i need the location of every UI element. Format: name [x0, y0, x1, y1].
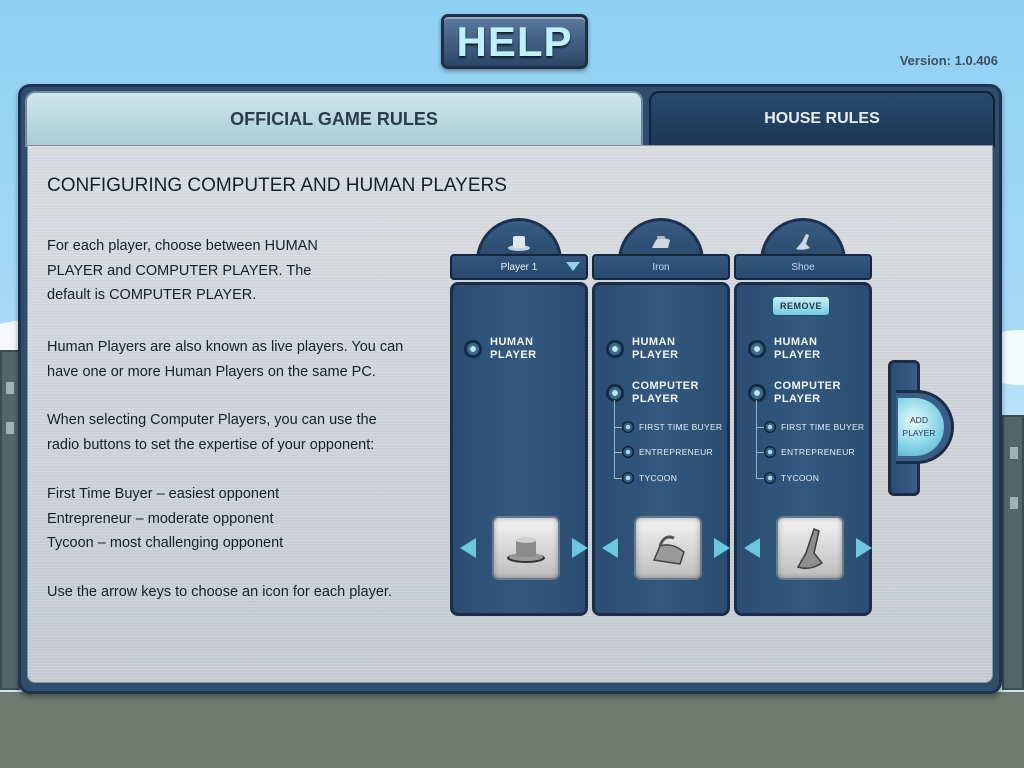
paragraph-human-players: Human Players are also known as live pla… [47, 339, 404, 380]
token-icon-box [634, 516, 702, 580]
building [1002, 415, 1024, 690]
computer-player-radio[interactable]: COMPUTER PLAYER [606, 380, 699, 406]
radio-selected[interactable] [622, 421, 634, 433]
token-icon-box [492, 516, 560, 580]
help-title: HELP [441, 14, 588, 69]
computer-player-label: COMPUTER PLAYER [632, 380, 699, 405]
human-player-label: HUMAN PLAYER [490, 336, 537, 361]
player-card-3: Shoe REMOVE HUMAN PLAYER COMPUTER PLAYER F… [734, 218, 872, 616]
computer-player-label: COMPUTER PLAYER [774, 380, 841, 405]
player-name: Iron [652, 261, 670, 273]
entrepreneur-radio[interactable]: ENTREPRENEUR [764, 446, 855, 458]
prev-token-arrow[interactable] [602, 538, 618, 558]
remove-player-button[interactable]: REMOVE [772, 296, 830, 316]
player-card-1: Player 1 HUMAN PLAYER [450, 218, 588, 616]
paragraph-arrow-keys: Use the arrow keys to choose an icon for… [47, 584, 392, 600]
tree-branch [614, 452, 622, 453]
version-label: Version: 1.0.406 [899, 53, 998, 68]
computer-player-radio[interactable]: COMPUTER PLAYER [748, 380, 841, 406]
radio-button[interactable] [606, 340, 624, 358]
player-name-dropdown[interactable]: Player 1 [450, 254, 588, 280]
radio-selected[interactable] [748, 384, 766, 402]
first-time-buyer-label: FIRST TIME BUYER [639, 422, 723, 432]
radio-selected[interactable] [764, 446, 776, 458]
tree-branch [614, 478, 622, 479]
paragraph-expertise-levels: First Time Buyer – easiest opponent Entr… [47, 486, 284, 551]
human-player-radio[interactable]: HUMAN PLAYER [748, 336, 821, 362]
next-token-arrow[interactable] [714, 538, 730, 558]
human-player-radio[interactable]: HUMAN PLAYER [464, 336, 537, 362]
tree-connector [756, 400, 757, 478]
shoe-icon [796, 528, 824, 570]
player-name: Shoe [791, 261, 815, 273]
hat-icon [508, 236, 530, 251]
section-title: CONFIGURING COMPUTER AND HUMAN PLAYERS [47, 175, 507, 196]
radio-button[interactable] [764, 472, 776, 484]
radio-button[interactable] [622, 446, 634, 458]
player-name: Player 1 [500, 261, 538, 273]
ground [0, 692, 1024, 768]
paragraph-intro: For each player, choose between HUMAN PL… [47, 238, 318, 303]
player-name-field: Shoe [734, 254, 872, 280]
human-player-radio[interactable]: HUMAN PLAYER [606, 336, 679, 362]
radio-selected[interactable] [606, 384, 624, 402]
tab-house-rules[interactable]: HOUSE RULES [649, 91, 995, 147]
radio-selected[interactable] [464, 340, 482, 358]
human-player-label: HUMAN PLAYER [774, 336, 821, 361]
tab-official-game-rules[interactable]: OFFICIAL GAME RULES [25, 91, 643, 147]
human-player-label: HUMAN PLAYER [632, 336, 679, 361]
entrepreneur-label: ENTREPRENEUR [781, 447, 855, 457]
prev-token-arrow[interactable] [460, 538, 476, 558]
player-card-2: Iron HUMAN PLAYER COMPUTER PLAYER FIRST TI… [592, 218, 730, 616]
prev-token-arrow[interactable] [744, 538, 760, 558]
first-time-buyer-radio[interactable]: FIRST TIME BUYER [622, 421, 722, 433]
first-time-buyer-label: FIRST TIME BUYER [781, 422, 865, 432]
building [0, 350, 20, 690]
radio-button[interactable] [622, 472, 634, 484]
tycoon-label: TYCOON [781, 473, 820, 483]
tree-connector [614, 400, 615, 478]
tycoon-radio[interactable]: TYCOON [764, 472, 819, 484]
radio-button[interactable] [764, 421, 776, 433]
tycoon-radio[interactable]: TYCOON [622, 472, 677, 484]
chevron-down-icon [566, 262, 580, 271]
tree-branch [756, 478, 764, 479]
entrepreneur-radio[interactable]: ENTREPRENEUR [622, 446, 713, 458]
first-time-buyer-radio[interactable]: FIRST TIME BUYER [764, 421, 864, 433]
tree-branch [756, 427, 764, 428]
player-name-field: Iron [592, 254, 730, 280]
entrepreneur-label: ENTREPRENEUR [639, 447, 713, 457]
tycoon-label: TYCOON [639, 473, 678, 483]
iron-icon [652, 535, 685, 565]
next-token-arrow[interactable] [856, 538, 872, 558]
token-icon-box [776, 516, 844, 580]
paragraph-computer-players: When selecting Computer Players, you can… [47, 412, 377, 453]
tree-branch [756, 452, 764, 453]
iron-icon [652, 236, 670, 248]
next-token-arrow[interactable] [572, 538, 588, 558]
tree-branch [614, 427, 622, 428]
shoe-icon [796, 234, 810, 250]
hat-icon [507, 537, 545, 563]
radio-button[interactable] [748, 340, 766, 358]
